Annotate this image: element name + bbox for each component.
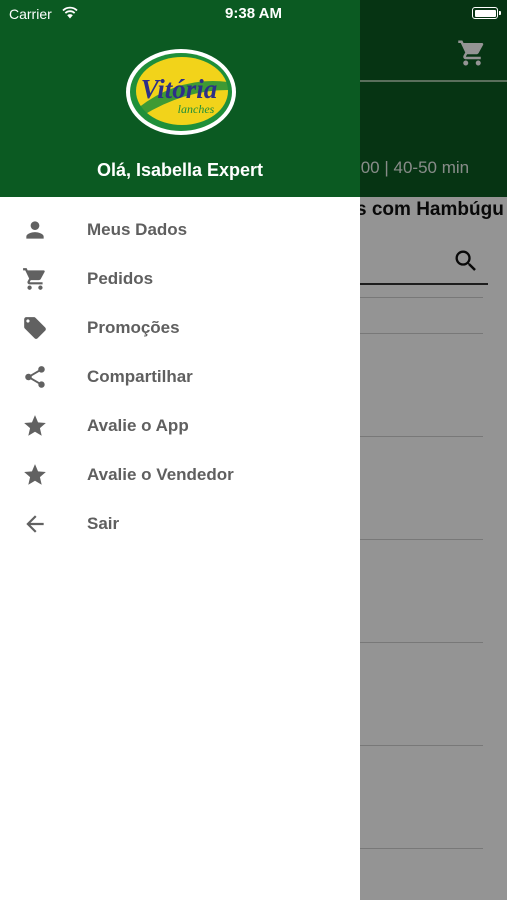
menu-item-meus-dados[interactable]: Meus Dados: [0, 205, 360, 254]
menu-label: Sair: [87, 514, 120, 533]
menu-item-avalie-app[interactable]: Avalie o App: [0, 401, 360, 450]
menu-item-pedidos[interactable]: Pedidos: [0, 254, 360, 303]
navigation-drawer: Vitória lanches Olá, Isabella Expert Meu…: [0, 0, 360, 900]
star-icon: [24, 464, 46, 485]
star-icon: [24, 415, 46, 436]
status-bar: Carrier 9:38 AM: [0, 0, 507, 28]
cart-icon: [23, 268, 45, 290]
menu-label: Meus Dados: [87, 220, 188, 239]
menu-label: Avalie o App: [87, 416, 189, 435]
person-icon: [26, 221, 44, 239]
menu-label: Compartilhar: [87, 367, 193, 386]
user-greeting: Olá, Isabella Expert: [96, 160, 264, 180]
menu-item-compartilhar[interactable]: Compartilhar: [0, 352, 360, 401]
menu-item-sair[interactable]: Sair: [0, 499, 360, 548]
battery-icon: [472, 7, 501, 19]
arrow-back-icon: [26, 515, 44, 533]
svg-text:lanches: lanches: [178, 102, 215, 116]
menu-label: Pedidos: [87, 269, 154, 288]
vitoria-lanches-logo: Vitória lanches: [126, 49, 236, 135]
drawer-header: Vitória lanches Olá, Isabella Expert: [0, 0, 360, 197]
tag-icon: [24, 317, 46, 339]
menu-label: Promoções: [87, 318, 180, 337]
clock: 9:38 AM: [225, 5, 282, 22]
menu-item-avalie-vendedor[interactable]: Avalie o Vendedor: [0, 450, 360, 499]
drawer-menu: Meus Dados Pedidos Promoções Compartilha…: [0, 205, 360, 548]
svg-text:Vitória: Vitória: [141, 74, 218, 104]
share-icon: [25, 366, 45, 388]
menu-label: Avalie o Vendedor: [87, 465, 234, 484]
menu-item-promocoes[interactable]: Promoções: [0, 303, 360, 352]
